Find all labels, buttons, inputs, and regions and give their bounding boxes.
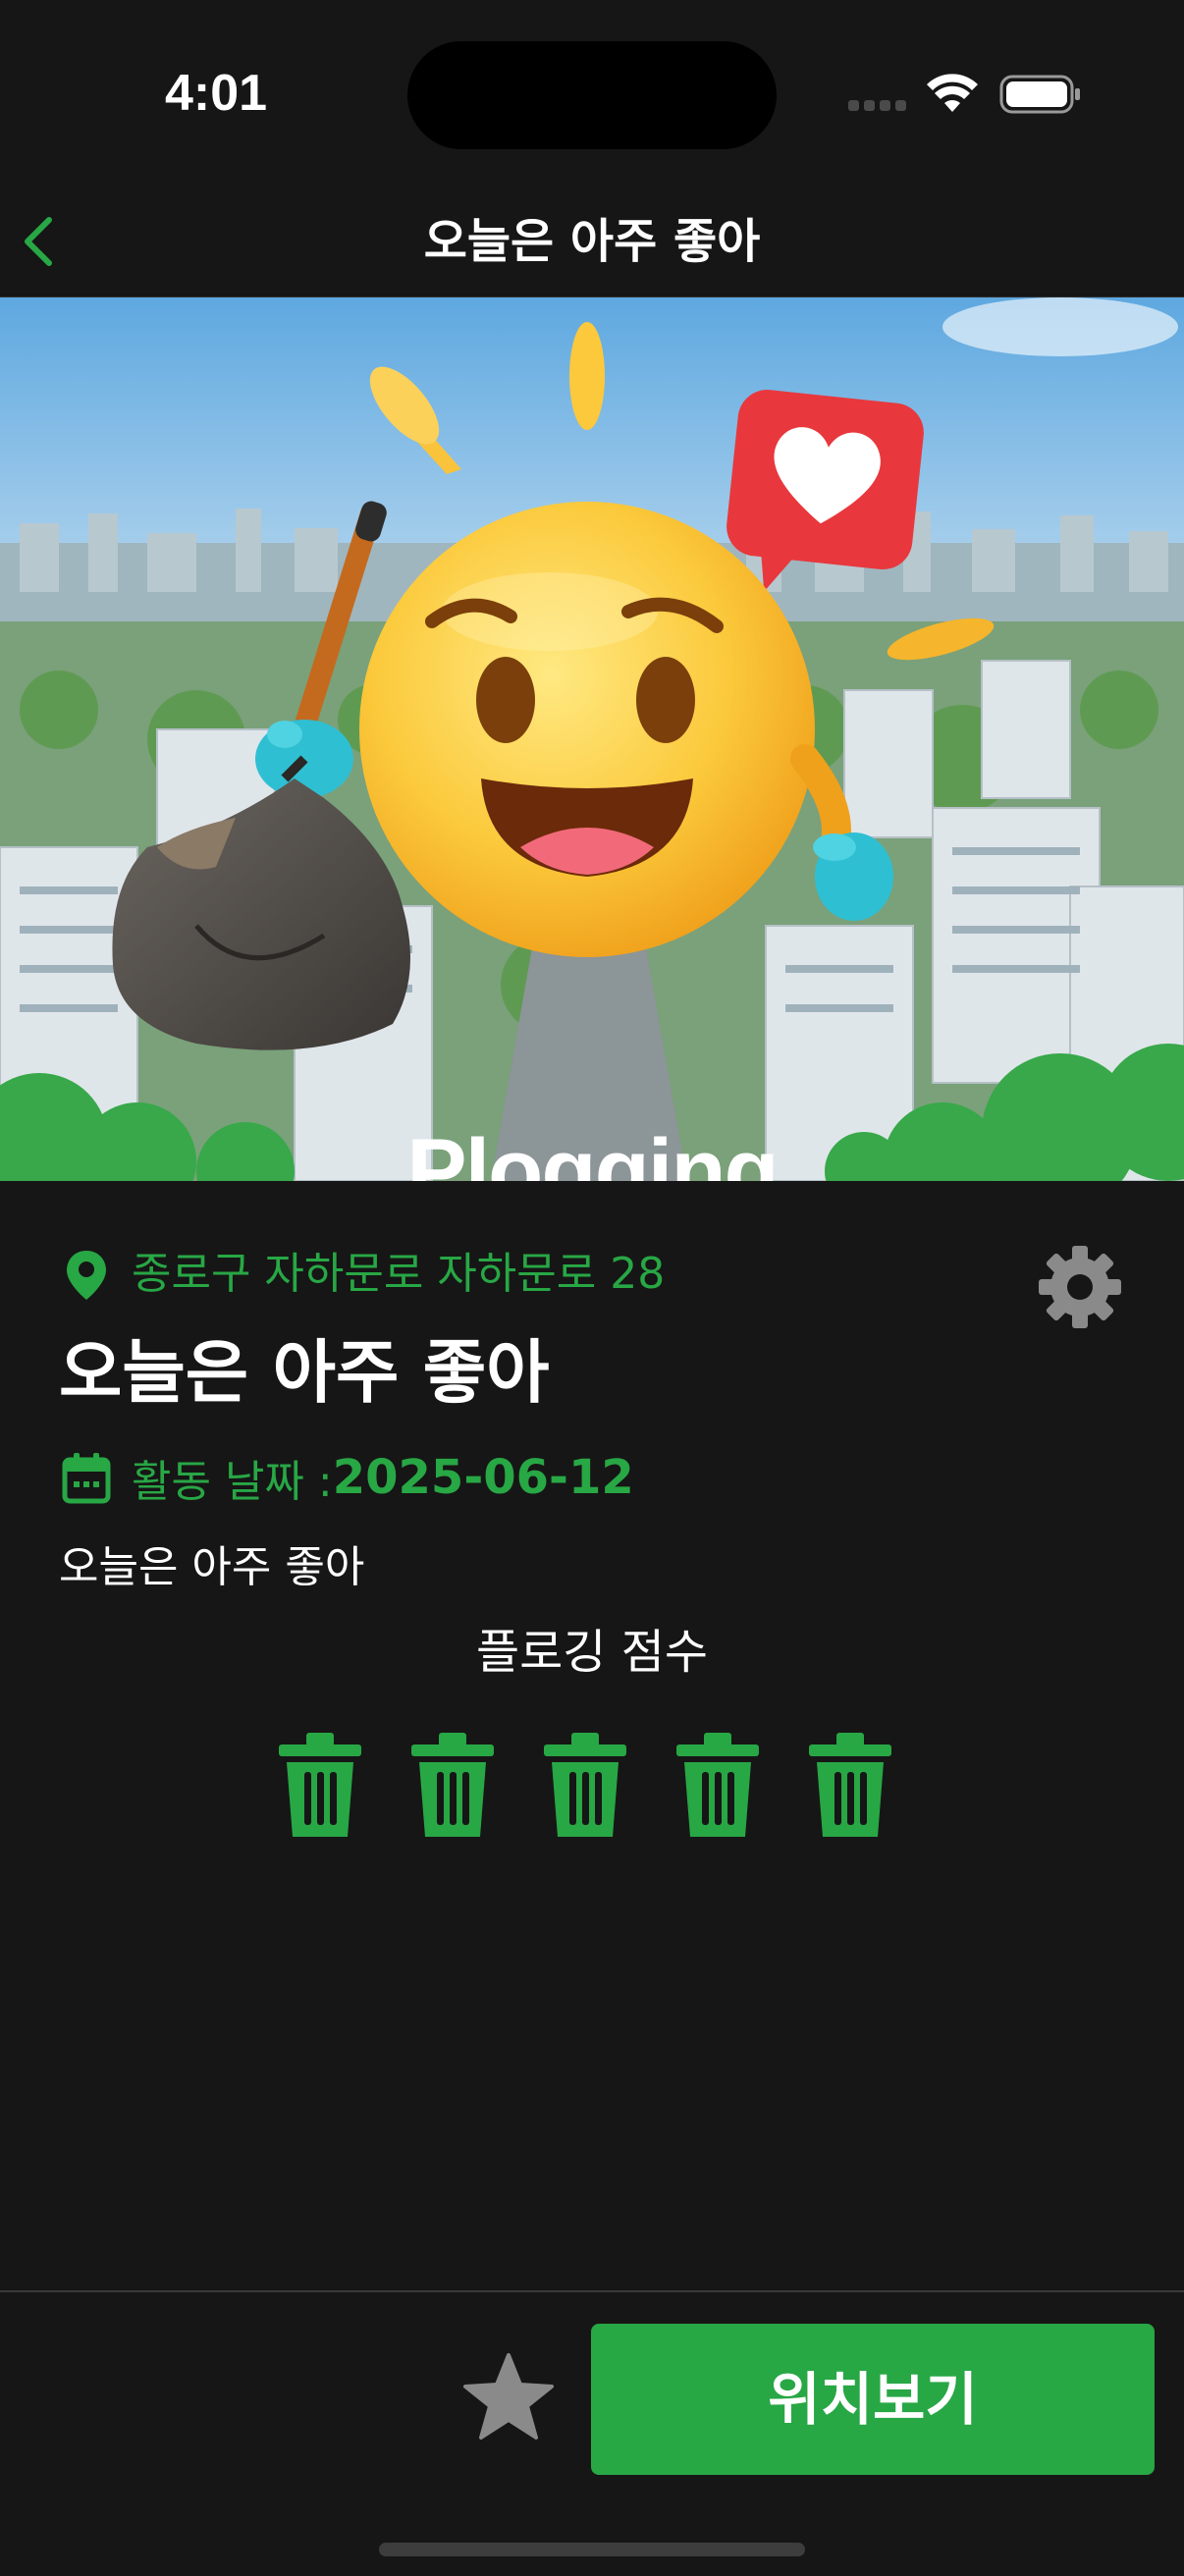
star-icon[interactable] [461,2351,556,2442]
post-description: 오늘은 아주 좋아 [59,1542,365,1592]
trash-icon [676,1733,759,1837]
post-info: 종로구 자하문로 자하문로 28 오늘은 아주 좋아 활동 날짜 : 2025-… [0,1181,1184,2290]
calendar-icon [62,1453,111,1504]
trash-icon [544,1733,626,1837]
chevron-left-icon[interactable] [18,212,61,271]
hero-image: Plogging [0,297,1184,1181]
location-pin-icon [67,1251,106,1300]
hero-caption: Plogging [406,1121,779,1181]
status-time: 4:01 [164,65,268,122]
view-location-button[interactable]: 위치보기 [591,2324,1155,2475]
trash-icon [411,1733,494,1837]
cellular-signal-icon [848,100,907,114]
nav-bar: 오늘은 아주 좋아 [0,187,1184,298]
date-label: 활동 날짜 : [132,1457,333,1507]
nav-title: 오늘은 아주 좋아 [423,214,761,269]
post-title: 오늘은 아주 좋아 [59,1332,550,1413]
dynamic-island [407,41,777,149]
location-row: 종로구 자하문로 자하문로 28 [61,1240,665,1309]
score-label: 플로깅 점수 [475,1625,709,1680]
home-indicator[interactable] [379,2543,805,2556]
plogging-illustration [0,297,1184,1181]
location-text: 종로구 자하문로 자하문로 28 [132,1249,666,1299]
battery-icon [999,75,1080,114]
status-bar: 4:01 [0,0,1184,187]
date-row: 활동 날짜 : 2025-06-12 [61,1438,634,1517]
date-value: 2025-06-12 [332,1450,634,1505]
bottom-action-bar: 위치보기 [0,2290,1184,2576]
gear-icon[interactable] [1033,1240,1127,1334]
trash-icon [279,1733,361,1837]
trash-icon [809,1733,891,1837]
score-rating [273,1731,911,1849]
wifi-icon [927,74,978,112]
